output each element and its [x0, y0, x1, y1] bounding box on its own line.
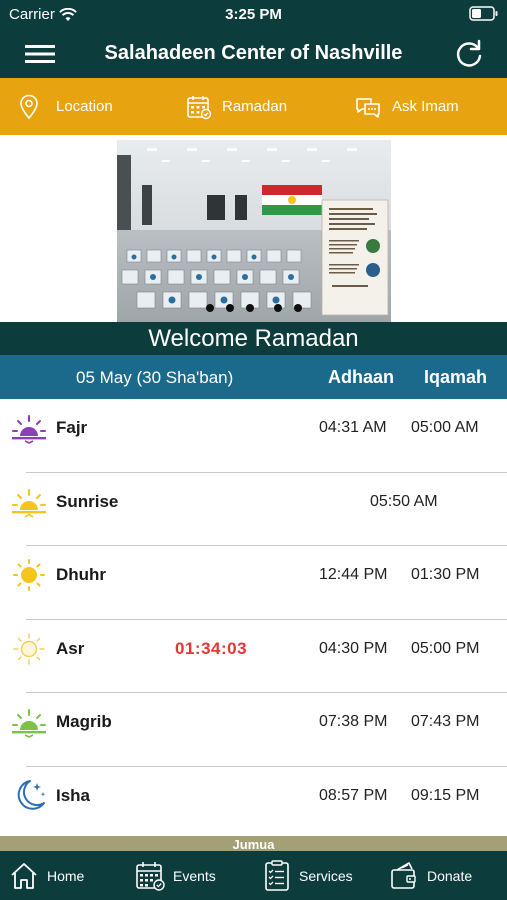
refresh-icon	[456, 39, 482, 67]
moon-stars-icon	[17, 779, 46, 810]
tab-donate-label: Donate	[427, 867, 473, 884]
donate-wallet-icon	[391, 861, 416, 889]
prayer-table-header: 05 May (30 Sha'ban) Adhaan Iqamah	[0, 355, 507, 399]
carousel-dot[interactable]	[206, 304, 214, 312]
prayer-name: Fajr	[56, 418, 88, 437]
prayer-row-sunrise[interactable]: Sunrise 05:50 AM	[0, 473, 507, 546]
prayer-name: Sunrise	[56, 491, 119, 511]
prayer-row-fajr[interactable]: Fajr 04:31 AM 05:00 AM	[0, 399, 507, 473]
jumua-section-header: Jumua	[0, 836, 507, 851]
carousel-dot[interactable]	[226, 304, 234, 312]
location-link[interactable]: Location	[18, 78, 113, 135]
status-bar: Carrier 3:25 PM	[0, 0, 507, 30]
sunrise-yellow-icon	[12, 488, 46, 518]
prayer-name: Magrib	[56, 712, 112, 731]
prayer-row-dhuhr[interactable]: Dhuhr 12:44 PM 01:30 PM	[0, 546, 507, 620]
sun-icon	[13, 559, 45, 591]
prayer-name: Isha	[56, 785, 91, 805]
battery-icon	[469, 6, 498, 21]
prayer-times-list: Fajr 04:31 AM 05:00 AM Sunrise 05:50 AM	[0, 399, 507, 840]
tab-home-label: Home	[47, 867, 85, 884]
adhaan-time: 08:57 PM	[319, 786, 388, 804]
sun-light-icon	[13, 632, 45, 665]
bottom-tab-bar: Home Events Services Donate	[0, 851, 507, 900]
adhaan-time: 07:38 PM	[319, 713, 388, 730]
iqamah-time: 07:43 PM	[411, 713, 480, 730]
iqamah-time: 09:15 PM	[411, 786, 480, 804]
sunrise-purple-icon	[12, 415, 46, 444]
location-pin-icon	[20, 94, 38, 119]
adhaan-time: 12:44 PM	[319, 566, 388, 583]
sunset-green-icon	[12, 709, 46, 738]
banner-carousel[interactable]	[117, 140, 391, 322]
tab-donate[interactable]: Donate	[389, 851, 472, 900]
calendar-icon	[187, 95, 212, 119]
tab-services[interactable]: Services	[263, 851, 353, 900]
events-calendar-icon	[136, 861, 165, 891]
prayer-row-magrib[interactable]: Magrib 07:38 PM 07:43 PM	[0, 693, 507, 767]
iqamah-time: 05:00 PM	[411, 639, 480, 657]
welcome-banner: Welcome Ramadan	[0, 322, 507, 355]
tab-events-label: Events	[173, 867, 216, 884]
location-link-label: Location	[56, 98, 113, 115]
carousel-dot[interactable]	[294, 304, 302, 312]
carousel-dot[interactable]	[246, 304, 254, 312]
quick-links-bar: Location Ramadan Ask Imam	[0, 78, 507, 135]
sunrise-time: 05:50 AM	[370, 492, 438, 510]
next-prayer-countdown: 01:34:03	[175, 638, 248, 658]
ramadan-link-label: Ramadan	[222, 98, 288, 115]
iqamah-column-header: Iqamah	[424, 367, 488, 387]
adhaan-time: 04:30 PM	[319, 639, 388, 657]
status-time: 3:25 PM	[225, 6, 282, 23]
ramadan-link[interactable]: Ramadan	[186, 78, 287, 135]
nav-bar: Salahadeen Center of Nashville	[0, 30, 507, 78]
prayer-name: Dhuhr	[56, 565, 107, 584]
adhaan-time: 04:31 AM	[319, 419, 387, 436]
app-title: Salahadeen Center of Nashville	[104, 42, 403, 64]
prayer-row-asr[interactable]: Asr 01:34:03 04:30 PM 05:00 PM	[0, 620, 507, 693]
chat-bubbles-icon	[356, 97, 380, 118]
carousel-dot[interactable]	[274, 304, 282, 312]
iqamah-time: 05:00 AM	[411, 419, 479, 436]
iqamah-time: 01:30 PM	[411, 566, 480, 583]
banner-image	[117, 140, 391, 322]
ask-imam-link-label: Ask Imam	[392, 98, 459, 115]
services-list-icon	[265, 859, 289, 891]
adhaan-column-header: Adhaan	[328, 367, 395, 387]
carousel-dots[interactable]	[117, 304, 391, 312]
prayer-row-isha[interactable]: Isha 08:57 PM 09:15 PM	[0, 767, 507, 840]
tab-home[interactable]: Home	[9, 851, 84, 900]
refresh-button[interactable]	[453, 38, 485, 70]
prayer-name: Asr	[56, 638, 85, 658]
ask-imam-link[interactable]: Ask Imam	[354, 78, 459, 135]
tab-events[interactable]: Events	[135, 851, 216, 900]
current-date: 05 May (30 Sha'ban)	[76, 368, 234, 387]
home-icon	[11, 862, 37, 889]
tab-services-label: Services	[299, 867, 353, 884]
